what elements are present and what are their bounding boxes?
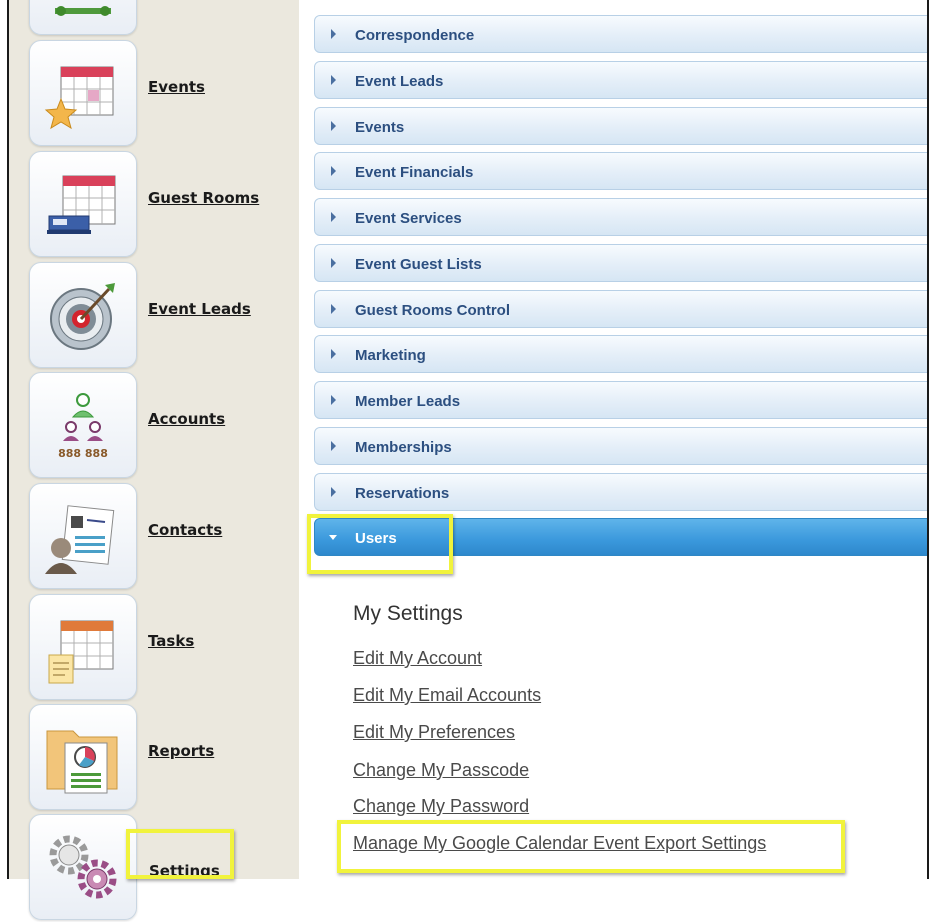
guest-rooms-calendar-icon xyxy=(47,175,116,234)
section-header-reservations[interactable]: Reservations xyxy=(314,473,929,511)
nav-tile[interactable]: 888 888 xyxy=(29,372,137,478)
nav-label-event-leads[interactable]: Event Leads xyxy=(148,300,251,318)
section-label: Event Services xyxy=(355,210,462,227)
section-label: Memberships xyxy=(355,439,452,456)
highlight-box-users xyxy=(307,514,453,574)
section-header-memberships[interactable]: Memberships xyxy=(314,427,929,465)
svg-text:888 888: 888 888 xyxy=(58,447,108,460)
nav-item-top[interactable] xyxy=(9,0,299,37)
expand-arrow-icon xyxy=(331,29,336,39)
expand-arrow-icon xyxy=(331,258,336,268)
reports-folder-icon xyxy=(46,730,118,794)
tasks-calendar-icon xyxy=(48,620,114,684)
section-header-event-leads[interactable]: Event Leads xyxy=(314,61,929,99)
section-label: Event Financials xyxy=(355,164,474,181)
nav-item-reports[interactable]: Reports xyxy=(9,702,299,812)
accounts-people-icon: 888 888 xyxy=(58,393,108,460)
nav-tile[interactable] xyxy=(29,151,137,257)
link-edit-my-preferences[interactable]: Edit My Preferences xyxy=(353,722,515,743)
section-label: Reservations xyxy=(355,485,450,502)
link-change-my-password[interactable]: Change My Password xyxy=(353,796,529,817)
nav-item-contacts[interactable]: Contacts xyxy=(9,481,299,591)
nav-item-event-leads[interactable]: Event Leads xyxy=(9,260,299,370)
section-label: Marketing xyxy=(355,347,426,364)
section-label: Event Leads xyxy=(355,73,444,90)
link-change-my-passcode[interactable]: Change My Passcode xyxy=(353,760,529,781)
nav-item-tasks[interactable]: Tasks xyxy=(9,592,299,702)
expand-arrow-icon xyxy=(331,166,336,176)
section-header-event-guest-lists[interactable]: Event Guest Lists xyxy=(314,244,929,282)
nav-tile[interactable] xyxy=(29,40,137,146)
nav-item-events[interactable]: Events xyxy=(9,38,299,148)
section-header-guest-rooms-control[interactable]: Guest Rooms Control xyxy=(314,290,929,328)
highlight-box-google-calendar xyxy=(337,820,845,873)
section-header-member-leads[interactable]: Member Leads xyxy=(314,381,929,419)
nav-item-guest-rooms[interactable]: Guest Rooms xyxy=(9,149,299,259)
layout-icon xyxy=(55,6,111,16)
section-label: Member Leads xyxy=(355,393,461,410)
nav-tile[interactable] xyxy=(29,0,137,35)
events-calendar-star-icon xyxy=(44,66,114,130)
expand-arrow-icon xyxy=(331,395,336,405)
section-label: Event Guest Lists xyxy=(355,256,482,273)
nav-label-reports[interactable]: Reports xyxy=(148,742,214,760)
nav-tile[interactable] xyxy=(29,483,137,589)
section-label: Correspondence xyxy=(355,27,475,44)
section-header-event-financials[interactable]: Event Financials xyxy=(314,152,929,190)
module-sidebar: Events Guest Rooms Event Leads 888 888 A… xyxy=(9,0,299,920)
expand-arrow-icon xyxy=(331,441,336,451)
nav-label-contacts[interactable]: Contacts xyxy=(148,521,222,539)
expand-arrow-icon xyxy=(331,304,336,314)
nav-label-accounts[interactable]: Accounts xyxy=(148,410,225,428)
nav-label-guest-rooms[interactable]: Guest Rooms xyxy=(148,189,259,207)
section-label: Guest Rooms Control xyxy=(355,302,511,319)
section-header-event-services[interactable]: Event Services xyxy=(314,198,929,236)
link-edit-my-account[interactable]: Edit My Account xyxy=(353,648,482,669)
nav-tile[interactable] xyxy=(29,704,137,810)
nav-label-tasks[interactable]: Tasks xyxy=(148,632,194,650)
nav-tile[interactable] xyxy=(29,594,137,700)
target-icon xyxy=(50,283,115,350)
expand-arrow-icon xyxy=(331,212,336,222)
section-header-marketing[interactable]: Marketing xyxy=(314,335,929,373)
highlight-box-settings xyxy=(126,829,234,879)
link-edit-my-email-accounts[interactable]: Edit My Email Accounts xyxy=(353,685,541,706)
content-panel: Correspondence Event Leads Events Event … xyxy=(299,0,929,879)
nav-item-accounts[interactable]: 888 888 Accounts xyxy=(9,370,299,480)
my-settings-heading: My Settings xyxy=(353,602,463,625)
expand-arrow-icon xyxy=(331,121,336,131)
nav-tile[interactable] xyxy=(29,814,137,920)
expand-arrow-icon xyxy=(331,75,336,85)
expand-arrow-icon xyxy=(331,349,336,359)
gears-icon xyxy=(49,835,117,899)
nav-label-events[interactable]: Events xyxy=(148,78,205,96)
expand-arrow-icon xyxy=(331,487,336,497)
section-header-events[interactable]: Events xyxy=(314,107,929,145)
section-header-correspondence[interactable]: Correspondence xyxy=(314,15,929,53)
section-label: Events xyxy=(355,119,405,136)
nav-tile[interactable] xyxy=(29,262,137,368)
contacts-card-icon xyxy=(45,505,115,574)
